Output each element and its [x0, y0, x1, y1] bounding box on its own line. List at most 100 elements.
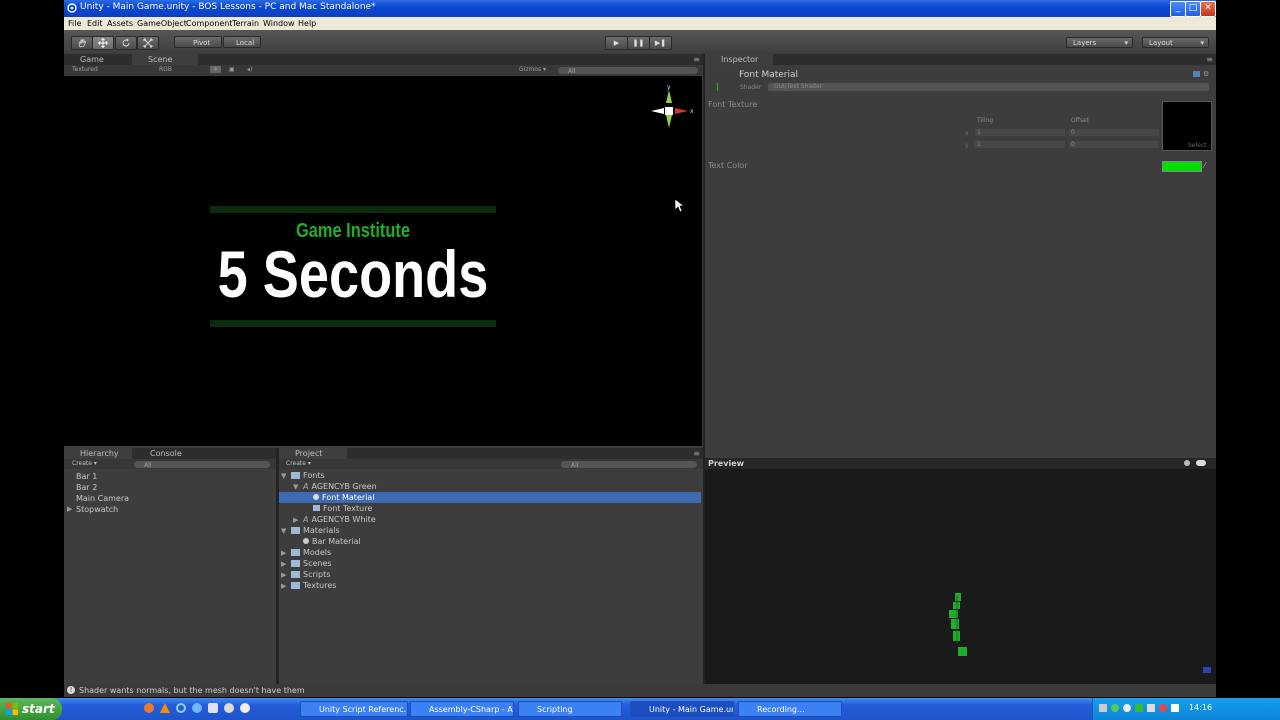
gear-icon[interactable]: ⚙ [1203, 70, 1209, 78]
task-recording[interactable]: Recording... [738, 701, 842, 717]
collapse-arrow-icon[interactable]: ▼ [281, 472, 286, 480]
menu-component[interactable]: Component [186, 19, 232, 28]
collapse-arrow-icon[interactable]: ▼ [281, 527, 286, 535]
tab-scene[interactable]: Scene [132, 54, 198, 65]
expand-arrow-icon[interactable]: ▶ [293, 516, 298, 524]
tray-app-icon[interactable] [1111, 704, 1119, 712]
scene-orientation-gizmo[interactable]: y x [648, 84, 698, 132]
hierarchy-item-main-camera[interactable]: Main Camera [76, 494, 129, 503]
panel-menu-icon[interactable]: ≡ [1206, 55, 1213, 64]
hierarchy-item-stopwatch[interactable]: Stopwatch [76, 505, 118, 514]
task-assembly-csharp[interactable]: Assembly-CSharp - A... [410, 701, 514, 717]
start-button[interactable]: start [0, 698, 62, 720]
minimize-button[interactable]: _ [1170, 1, 1186, 17]
expand-arrow-icon[interactable]: ▶ [281, 549, 286, 557]
select-texture-button[interactable]: Select [1188, 142, 1207, 149]
project-asset-bar-material[interactable]: Bar Material [303, 537, 361, 546]
panel-menu-icon[interactable]: ≡ [693, 55, 700, 64]
project-create-button[interactable]: Create ▾ [286, 460, 311, 467]
local-toggle[interactable]: Local [223, 36, 261, 48]
project-asset-font-material[interactable]: Font Material [313, 493, 374, 502]
collapse-arrow-icon[interactable]: ▼ [293, 483, 298, 491]
tray-alert-icon[interactable] [1159, 704, 1167, 712]
layout-dropdown[interactable]: Layout ▾ [1142, 37, 1209, 48]
tool-quicklaunch-icon[interactable] [240, 703, 250, 713]
tab-game[interactable]: Game [64, 54, 130, 65]
lighting-toggle-icon[interactable]: ☀ [210, 66, 222, 73]
tab-inspector[interactable]: Inspector [705, 54, 773, 65]
tray-power-icon[interactable] [1171, 704, 1179, 712]
scale-tool-button[interactable] [137, 36, 159, 50]
panel-menu-icon[interactable]: ≡ [693, 449, 700, 458]
app-quicklaunch-icon[interactable] [208, 703, 218, 713]
tab-project[interactable]: Project [279, 448, 347, 459]
image-toggle-icon[interactable]: ▣ [229, 66, 235, 73]
offset-x-field[interactable]: 0 [1069, 129, 1159, 136]
pivot-toggle[interactable]: Pivot [174, 36, 222, 48]
hand-tool-button[interactable] [71, 36, 93, 50]
tab-console[interactable]: Console [134, 448, 202, 459]
top-bar[interactable] [210, 206, 496, 213]
project-font-agencyb-white[interactable]: A AGENCYB White [303, 515, 376, 524]
clock[interactable]: 14:16 [1189, 703, 1212, 712]
tray-display-icon[interactable] [1147, 704, 1155, 712]
menu-help[interactable]: Help [298, 19, 316, 28]
project-folder-fonts[interactable]: Fonts [291, 471, 325, 480]
audio-toggle-icon[interactable]: ◂) [247, 66, 252, 73]
expand-arrow-icon[interactable]: ▶ [67, 505, 72, 513]
unity-quicklaunch-icon[interactable] [224, 703, 234, 713]
tiling-x-field[interactable]: 1 [975, 129, 1065, 136]
preview-sphere-icon[interactable] [1184, 460, 1190, 466]
status-message[interactable]: Shader wants normals, but the mesh doesn… [79, 686, 305, 695]
expand-arrow-icon[interactable]: ▶ [281, 571, 286, 579]
expand-arrow-icon[interactable]: ▶ [281, 560, 286, 568]
close-button[interactable]: ✕ [1200, 1, 1216, 17]
task-scripting-folder[interactable]: Scripting [518, 701, 622, 717]
hierarchy-search-input[interactable]: All [134, 461, 270, 469]
vlc-quicklaunch-icon[interactable] [160, 703, 170, 713]
project-folder-textures[interactable]: Textures [291, 581, 336, 590]
play-button[interactable]: ▶ [605, 36, 628, 50]
menu-assets[interactable]: Assets [107, 19, 133, 28]
material-settings-icon[interactable] [1193, 71, 1200, 77]
scene-search-input[interactable]: All [558, 67, 698, 75]
gizmos-dropdown[interactable]: Gizmos ▾ [519, 66, 546, 73]
hierarchy-item-bar-1[interactable]: Bar 1 [76, 472, 97, 481]
menu-gameobject[interactable]: GameObject [137, 19, 187, 28]
tab-hierarchy[interactable]: Hierarchy [64, 448, 132, 459]
project-search-input[interactable]: All [561, 461, 697, 469]
ie-quicklaunch-icon[interactable] [176, 703, 186, 713]
menu-edit[interactable]: Edit [87, 19, 103, 28]
project-asset-font-texture[interactable]: Font Texture [313, 504, 372, 513]
tray-volume-icon[interactable] [1123, 704, 1131, 712]
text-color-swatch[interactable] [1162, 161, 1202, 172]
expand-arrow-icon[interactable]: ▶ [281, 582, 286, 590]
offset-y-field[interactable]: 0 [1069, 141, 1159, 148]
hierarchy-create-button[interactable]: Create ▾ [72, 460, 97, 467]
task-unity-script-reference[interactable]: Unity Script Referenc... [300, 701, 408, 717]
project-folder-models[interactable]: Models [291, 548, 331, 557]
preview-light-icon[interactable] [1196, 460, 1206, 466]
rotate-tool-button[interactable] [115, 36, 137, 50]
eyedropper-icon[interactable]: ⁄ [1204, 161, 1205, 170]
channel-dropdown[interactable]: RGB [159, 66, 172, 73]
preview-area[interactable] [705, 469, 1216, 684]
render-mode-dropdown[interactable]: Textured [72, 66, 98, 73]
maximize-button[interactable]: □ [1185, 1, 1201, 17]
project-folder-scenes[interactable]: Scenes [291, 559, 332, 568]
move-tool-button[interactable] [92, 36, 114, 50]
pause-button[interactable]: ❚❚ [627, 36, 650, 50]
project-folder-materials[interactable]: Materials [291, 526, 340, 535]
task-unity-main-game[interactable]: Unity - Main Game.un... [630, 701, 734, 717]
project-font-agencyb-green[interactable]: A AGENCYB Green [303, 482, 377, 491]
tray-network-icon[interactable] [1099, 704, 1107, 712]
step-button[interactable]: ▶❚ [649, 36, 672, 50]
scene-view[interactable]: Game Institute 5 Seconds y x [64, 76, 702, 446]
project-folder-scripts[interactable]: Scripts [291, 570, 330, 579]
shader-dropdown[interactable]: GUI/Text Shader [768, 83, 1209, 91]
tray-security-icon[interactable] [1135, 704, 1143, 712]
menu-terrain[interactable]: Terrain [232, 19, 259, 28]
firefox-quicklaunch-icon[interactable] [144, 703, 154, 713]
bottom-bar[interactable] [210, 320, 496, 327]
chrome-quicklaunch-icon[interactable] [192, 703, 202, 713]
